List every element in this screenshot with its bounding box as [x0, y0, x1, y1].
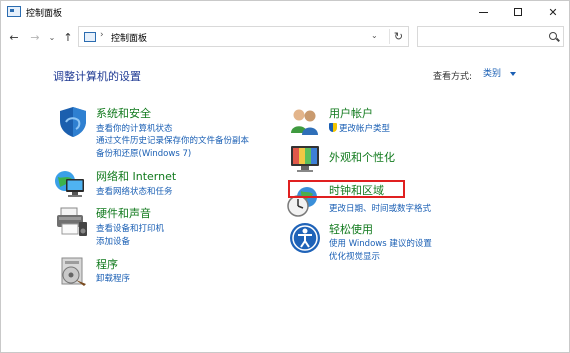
- category-programs[interactable]: 程序: [96, 256, 118, 272]
- category-appearance-personalization[interactable]: 外观和个性化: [329, 149, 395, 165]
- control-panel-icon: [7, 6, 21, 17]
- control-panel-icon: [84, 32, 96, 42]
- link-change-account-type-label: 更改帐户类型: [339, 124, 391, 134]
- category-system-security[interactable]: 系统和安全: [96, 105, 151, 121]
- category-ease-of-access[interactable]: 轻松使用: [329, 221, 373, 237]
- highlight-annotation: [288, 180, 405, 198]
- breadcrumb-control-panel[interactable]: 控制面板: [111, 31, 147, 44]
- maximize-button[interactable]: [502, 1, 534, 23]
- window-title: 控制面板: [26, 9, 63, 19]
- address-dropdown-icon[interactable]: ⌄: [371, 31, 378, 40]
- title-bar[interactable]: 控制面板 ✕: [1, 1, 569, 23]
- monitor-icon[interactable]: [288, 142, 322, 176]
- network-icon[interactable]: [54, 167, 88, 201]
- link-backup-restore[interactable]: 备份和还原(Windows 7): [96, 147, 191, 159]
- arrow-up-icon: ↑: [63, 30, 73, 44]
- uac-shield-icon: [329, 123, 337, 132]
- caret-down-icon: [510, 72, 516, 76]
- programs-icon[interactable]: [56, 254, 90, 288]
- maximize-icon: [514, 8, 522, 16]
- link-change-date-time-format[interactable]: 更改日期、时间或数字格式: [329, 202, 431, 214]
- link-file-history-backup[interactable]: 通过文件历史记录保存你的文件备份副本: [96, 134, 249, 146]
- link-view-computer-status[interactable]: 查看你的计算机状态: [96, 122, 173, 134]
- view-by-value: 类别: [483, 69, 502, 79]
- close-icon: ✕: [548, 5, 558, 19]
- link-optimize-visual-display[interactable]: 优化视觉显示: [329, 250, 380, 262]
- address-bar[interactable]: › 控制面板 ⌄ ↻: [78, 26, 409, 47]
- minimize-icon: [478, 11, 488, 13]
- category-network-internet[interactable]: 网络和 Internet: [96, 168, 176, 184]
- link-network-status[interactable]: 查看网络状态和任务: [96, 185, 173, 197]
- forward-button[interactable]: →: [28, 30, 42, 44]
- chevron-down-icon: ⌄: [48, 32, 56, 42]
- arrow-right-icon: →: [30, 30, 40, 44]
- category-hardware-sound[interactable]: 硬件和声音: [96, 205, 151, 221]
- breadcrumb-chevron-icon[interactable]: ›: [100, 30, 104, 40]
- page-title: 调整计算机的设置: [53, 70, 141, 83]
- link-recommended-settings[interactable]: 使用 Windows 建议的设置: [329, 237, 432, 249]
- ease-of-access-icon[interactable]: [288, 221, 322, 255]
- search-input[interactable]: [417, 26, 564, 47]
- minimize-button[interactable]: [467, 1, 499, 23]
- category-user-accounts[interactable]: 用户帐户: [329, 105, 373, 121]
- link-devices-printers[interactable]: 查看设备和打印机: [96, 222, 164, 234]
- printer-icon[interactable]: [55, 204, 89, 238]
- view-by-dropdown[interactable]: 类别: [478, 66, 520, 82]
- arrow-left-icon: ←: [9, 30, 19, 44]
- refresh-button[interactable]: ↻: [389, 29, 407, 44]
- refresh-icon: ↻: [393, 30, 404, 43]
- recent-locations-button[interactable]: ⌄: [45, 30, 59, 44]
- view-by-label: 查看方式:: [433, 72, 473, 82]
- control-panel-window: 控制面板 ✕ ← → ⌄ ↑ › 控制面板 ⌄ ↻ 调整计算机的设置 查看方式:…: [0, 0, 570, 353]
- link-add-device[interactable]: 添加设备: [96, 235, 130, 247]
- link-change-account-type[interactable]: 更改帐户类型: [329, 122, 390, 134]
- close-button[interactable]: ✕: [537, 1, 569, 23]
- link-uninstall-program[interactable]: 卸载程序: [96, 272, 130, 284]
- users-icon[interactable]: [288, 105, 322, 139]
- up-button[interactable]: ↑: [61, 30, 75, 44]
- shield-icon[interactable]: [56, 105, 90, 139]
- search-icon: [549, 32, 557, 40]
- back-button[interactable]: ←: [7, 30, 21, 44]
